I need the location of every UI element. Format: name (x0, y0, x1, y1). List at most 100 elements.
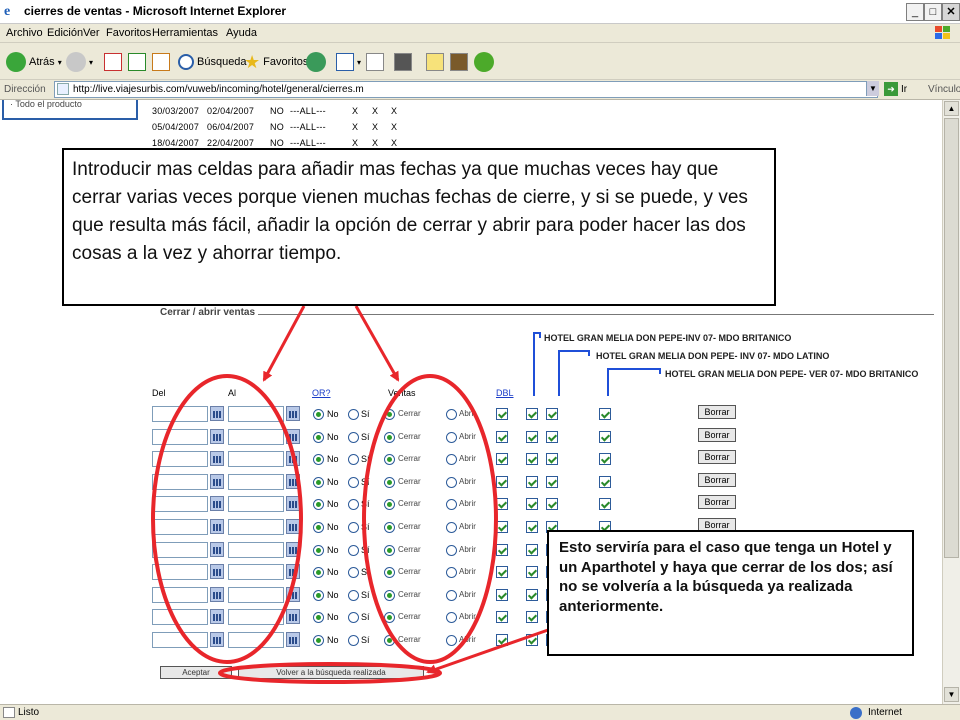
back-button[interactable]: Atrás ▾ (6, 50, 62, 74)
back-to-search-button[interactable]: Volver a la búsqueda realizada (238, 666, 424, 679)
messenger-button[interactable] (474, 50, 494, 74)
dbl-checkbox[interactable] (496, 588, 508, 601)
hotel-3-checkbox[interactable] (599, 475, 611, 488)
date-from-input[interactable] (152, 406, 208, 422)
calendar-icon[interactable] (286, 519, 300, 534)
date-from-input[interactable] (152, 451, 208, 468)
cerrar-radio[interactable] (384, 567, 395, 579)
date-from-input[interactable] (152, 586, 208, 603)
or-si-radio[interactable] (348, 612, 359, 624)
date-to-input[interactable] (228, 428, 284, 445)
or-si-radio[interactable] (348, 567, 359, 579)
dbl-checkbox[interactable] (496, 566, 508, 579)
dbl-checkbox[interactable] (496, 543, 508, 556)
dbl-checkbox[interactable] (496, 498, 508, 511)
research-button[interactable] (450, 50, 468, 74)
delete-row-button[interactable]: Borrar (698, 495, 736, 510)
notes-button[interactable] (426, 50, 444, 74)
dbl-checkbox[interactable] (496, 634, 508, 646)
hotel-1-checkbox[interactable] (526, 566, 538, 579)
abrir-radio[interactable] (446, 454, 457, 466)
dbl-checkbox[interactable] (496, 475, 508, 488)
hotel-1-checkbox[interactable] (526, 408, 538, 420)
or-no-radio[interactable] (313, 635, 324, 646)
or-si-radio[interactable] (348, 476, 359, 488)
column-header-dbl-link[interactable]: DBL (496, 388, 514, 398)
maximize-button[interactable]: □ (924, 3, 942, 21)
hotel-1-checkbox[interactable] (526, 521, 538, 533)
column-header-or-link[interactable]: OR? (312, 388, 331, 398)
calendar-icon[interactable] (210, 564, 224, 580)
calendar-icon[interactable] (210, 586, 224, 602)
or-no-radio[interactable] (313, 589, 324, 601)
date-from-input[interactable] (152, 609, 208, 626)
dbl-checkbox[interactable] (496, 408, 508, 420)
menu-ver[interactable]: Ver (83, 27, 100, 39)
date-to-input[interactable] (228, 609, 284, 626)
or-no-radio[interactable] (313, 431, 324, 443)
address-dropdown-icon[interactable]: ▼ (866, 81, 879, 96)
hotel-3-checkbox[interactable] (599, 408, 611, 420)
calendar-icon[interactable] (210, 406, 224, 421)
calendar-icon[interactable] (286, 428, 300, 444)
or-si-radio[interactable] (348, 522, 359, 533)
cerrar-radio[interactable] (384, 589, 395, 601)
date-from-input[interactable] (152, 564, 208, 581)
calendar-icon[interactable] (286, 632, 300, 647)
or-no-radio[interactable] (313, 567, 324, 579)
hotel-1-checkbox[interactable] (526, 611, 538, 624)
date-to-input[interactable] (228, 564, 284, 581)
abrir-radio[interactable] (446, 409, 457, 420)
cerrar-radio[interactable] (384, 635, 395, 646)
menu-edicion[interactable]: Edición (47, 27, 83, 39)
abrir-radio[interactable] (446, 499, 457, 511)
calendar-icon[interactable] (210, 609, 224, 625)
mail-button[interactable]: ▾ (336, 50, 361, 74)
menu-favoritos[interactable]: Favoritos (106, 27, 151, 39)
calendar-icon[interactable] (286, 406, 300, 421)
or-no-radio[interactable] (313, 499, 324, 511)
or-no-radio[interactable] (313, 409, 324, 420)
hotel-1-checkbox[interactable] (526, 430, 538, 443)
calendar-icon[interactable] (286, 541, 300, 557)
hotel-1-checkbox[interactable] (526, 634, 538, 646)
scroll-thumb[interactable] (944, 118, 959, 558)
hotel-1-checkbox[interactable] (526, 543, 538, 556)
vertical-scrollbar[interactable]: ▲ ▼ (942, 100, 960, 704)
calendar-icon[interactable] (210, 473, 224, 489)
cerrar-radio[interactable] (384, 499, 395, 511)
go-arrow-icon[interactable]: ➜ (884, 82, 898, 96)
abrir-radio[interactable] (446, 544, 457, 556)
dbl-checkbox[interactable] (496, 430, 508, 443)
date-to-input[interactable] (228, 541, 284, 558)
or-si-radio[interactable] (348, 635, 359, 646)
date-from-input[interactable] (152, 632, 208, 648)
or-si-radio[interactable] (348, 454, 359, 466)
date-from-input[interactable] (152, 541, 208, 558)
search-button[interactable]: Búsqueda (178, 50, 247, 74)
cerrar-radio[interactable] (384, 612, 395, 624)
date-from-input[interactable] (152, 519, 208, 535)
dbl-checkbox[interactable] (496, 611, 508, 624)
hotel-3-checkbox[interactable] (599, 453, 611, 466)
calendar-icon[interactable] (210, 541, 224, 557)
hotel-1-checkbox[interactable] (526, 588, 538, 601)
date-from-input[interactable] (152, 496, 208, 513)
date-to-input[interactable] (228, 496, 284, 513)
date-to-input[interactable] (228, 586, 284, 603)
scroll-down-icon[interactable]: ▼ (944, 687, 959, 702)
hotel-2-checkbox[interactable] (546, 430, 558, 443)
delete-row-button[interactable]: Borrar (698, 472, 736, 487)
cerrar-radio[interactable] (384, 522, 395, 533)
hotel-3-checkbox[interactable] (599, 430, 611, 443)
abrir-radio[interactable] (446, 522, 457, 533)
date-to-input[interactable] (228, 406, 284, 422)
abrir-radio[interactable] (446, 567, 457, 579)
calendar-icon[interactable] (286, 496, 300, 512)
or-si-radio[interactable] (348, 409, 359, 420)
forward-button[interactable]: ▾ (66, 50, 93, 74)
or-si-radio[interactable] (348, 544, 359, 556)
menu-herramientas[interactable]: Herramientas (152, 27, 218, 39)
accept-button[interactable]: Aceptar (160, 666, 232, 679)
favorites-button[interactable]: ★ Favoritos (244, 50, 308, 74)
